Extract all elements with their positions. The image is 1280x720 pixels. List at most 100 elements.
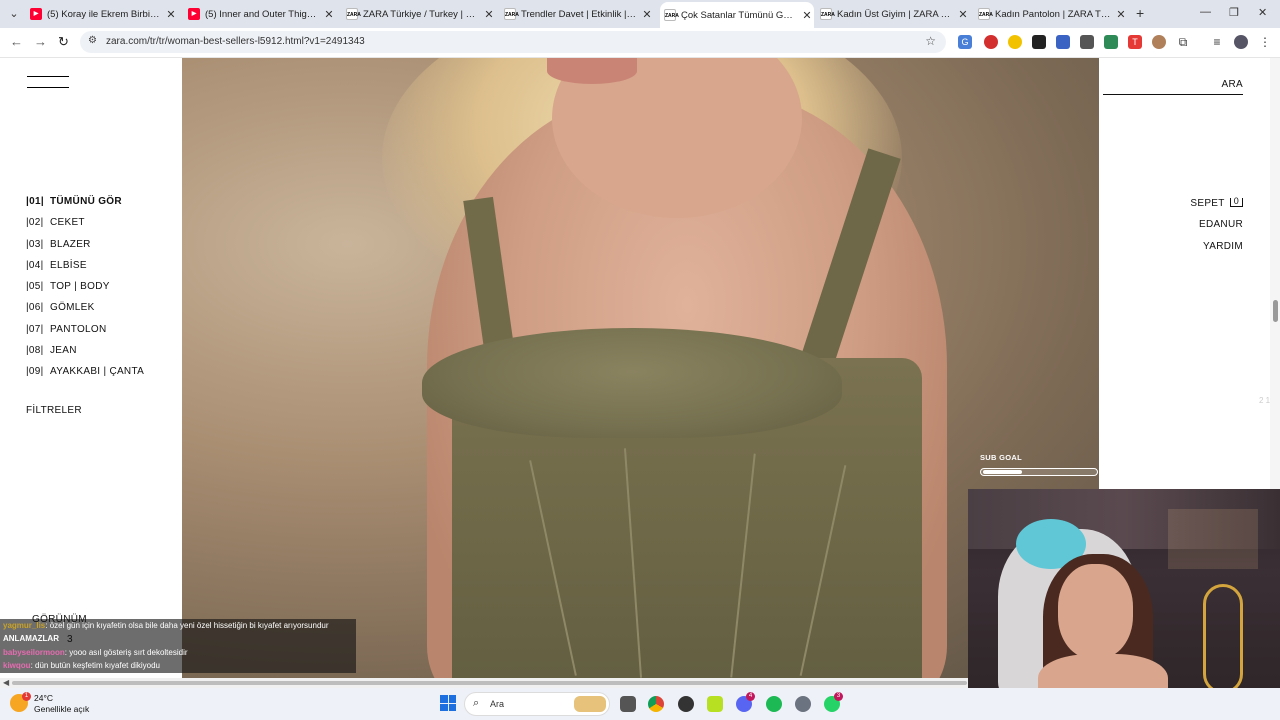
close-icon[interactable]: ✕ <box>482 8 496 21</box>
chat-username: ANLAMAZLAR <box>3 634 59 644</box>
tab-2[interactable]: ZARA ZARA Türkiye / Turkey | Online ✕ <box>346 2 496 26</box>
tab-0[interactable]: ▶ (5) Koray ile Ekrem Birbirine Gir ✕ <box>30 2 178 26</box>
tab-5[interactable]: ZARA Kadın Üst Giyim | ZARA Türkiye ✕ <box>820 2 970 26</box>
search-highlight-image <box>574 696 606 712</box>
chat-message: yagmur_lis: özel gün için kıyafetin olsa… <box>0 619 356 633</box>
close-icon[interactable]: ✕ <box>640 8 654 21</box>
tab-label: Kadın Pantolon | ZARA Türkiye <box>995 8 1111 20</box>
new-tab-button[interactable]: + <box>1136 5 1144 21</box>
forward-icon[interactable]: → <box>34 34 47 49</box>
extension-yellow-icon[interactable] <box>1008 35 1022 49</box>
chat-username: babyseilormoon <box>3 647 65 657</box>
bookmark-star-icon[interactable]: ☆ <box>925 34 936 48</box>
category-item-top-body[interactable]: |05| TOP | BODY <box>26 281 144 302</box>
category-label: TÜMÜNÜ GÖR <box>50 196 122 207</box>
category-number: |04| <box>26 259 44 271</box>
hero-product-image[interactable] <box>182 58 1099 678</box>
extension-red-icon[interactable] <box>984 35 998 49</box>
restore-icon[interactable]: ❐ <box>1229 6 1239 19</box>
category-number: |08| <box>26 345 44 357</box>
extension-tp-icon[interactable]: T <box>1128 35 1142 49</box>
windows-start-icon[interactable] <box>440 695 456 711</box>
tab-6[interactable]: ZARA Kadın Pantolon | ZARA Türkiye ✕ <box>978 2 1128 26</box>
weather-temperature[interactable]: 24°C <box>34 693 53 703</box>
category-item-ayakkabi-canta[interactable]: |09| AYAKKABI | ÇANTA <box>26 366 144 387</box>
sub-goal-label: SUB GOAL <box>980 453 1022 462</box>
view-column-count[interactable]: 3 <box>67 634 73 645</box>
translate-extension-icon[interactable]: G <box>958 35 972 49</box>
settings-gear-icon[interactable] <box>795 696 811 712</box>
tab-search-chevron-icon[interactable]: ⌄ <box>6 6 22 22</box>
category-number: |01| <box>26 196 44 207</box>
scrollbar-thumb[interactable] <box>1273 300 1278 322</box>
windows-taskbar: 1 24°C Genellikle açık ⌕ Ara 4 3 <box>0 688 1280 720</box>
category-item-gomlek[interactable]: |06| GÖMLEK <box>26 302 144 323</box>
zara-icon: ZARA <box>504 8 519 20</box>
tab-label: (5) Inner and Outer Thigh Mode <box>205 8 319 20</box>
close-icon[interactable]: ✕ <box>1114 8 1128 21</box>
reading-list-icon[interactable]: ≡ <box>1210 35 1224 49</box>
line-app-icon[interactable] <box>707 696 723 712</box>
account-links: SEPET 0 EDANUR YARDIM <box>1190 197 1243 262</box>
cart-link[interactable]: SEPET 0 <box>1190 197 1243 219</box>
category-number: |03| <box>26 238 44 250</box>
address-bar[interactable]: ⚙ zara.com/tr/tr/woman-best-sellers-l591… <box>80 31 946 53</box>
category-label: JEAN <box>50 345 77 357</box>
horizontal-scrollbar[interactable]: ◀ <box>0 678 968 688</box>
category-item-pantolon[interactable]: |07| PANTOLON <box>26 324 144 345</box>
close-icon[interactable]: ✕ <box>164 8 178 21</box>
window-close-icon[interactable]: ✕ <box>1258 6 1267 19</box>
zara-icon: ZARA <box>820 8 835 20</box>
category-label: GÖMLEK <box>50 302 95 314</box>
taskbar-search[interactable]: ⌕ Ara <box>464 692 610 716</box>
weather-condition[interactable]: Genellikle açık <box>34 704 89 714</box>
chrome-icon[interactable] <box>648 696 664 712</box>
weather-badge: 1 <box>22 692 31 701</box>
tab-1[interactable]: ▶ (5) Inner and Outer Thigh Mode ✕ <box>188 2 336 26</box>
extension-green-icon[interactable] <box>1104 35 1118 49</box>
menu-kebab-icon[interactable]: ⋮ <box>1258 35 1272 49</box>
screenshot-extension-icon[interactable] <box>1080 35 1094 49</box>
category-number: |05| <box>26 281 44 293</box>
tab-label: Kadın Üst Giyim | ZARA Türkiye <box>837 8 953 20</box>
task-view-icon[interactable] <box>620 696 636 712</box>
filters-button[interactable]: FİLTRELER <box>26 405 82 416</box>
user-link[interactable]: EDANUR <box>1190 219 1243 240</box>
spotify-icon[interactable] <box>766 696 782 712</box>
category-item-elbise[interactable]: |04| ELBİSE <box>26 260 144 281</box>
horizontal-scrollbar-thumb[interactable] <box>12 681 967 685</box>
chat-message: babyseilormoon: yooo asıl gösteriş sırt … <box>0 645 356 660</box>
profile-avatar[interactable] <box>1234 35 1248 49</box>
category-number: |09| <box>26 366 44 378</box>
category-item-tumunu-gor[interactable]: |01| TÜMÜNÜ GÖR <box>26 196 144 217</box>
hamburger-menu-icon[interactable] <box>27 76 69 88</box>
category-item-ceket[interactable]: |02| CEKET <box>26 217 144 238</box>
extension-cookie-icon[interactable] <box>1152 35 1166 49</box>
search-underline <box>1103 94 1243 95</box>
cart-count: 0 <box>1229 197 1243 207</box>
extensions-puzzle-icon[interactable]: ⧉ <box>1176 35 1190 49</box>
app-dark-icon[interactable] <box>678 696 694 712</box>
extension-blue-icon[interactable] <box>1056 35 1070 49</box>
close-icon[interactable]: ✕ <box>956 8 970 21</box>
search-button[interactable]: ARA <box>1222 79 1243 90</box>
tab-label: ZARA Türkiye / Turkey | Online <box>363 8 479 20</box>
extension-dark-icon[interactable] <box>1032 35 1046 49</box>
minimize-icon[interactable]: — <box>1200 6 1211 18</box>
reload-icon[interactable]: ↻ <box>58 34 69 50</box>
close-icon[interactable]: ✕ <box>800 9 814 22</box>
tab-4-active[interactable]: ZARA Çok Satanlar Tümünü Gör | ZAR ✕ <box>660 2 814 28</box>
help-link[interactable]: YARDIM <box>1190 241 1243 262</box>
site-info-icon[interactable]: ⚙ <box>88 35 97 46</box>
tab-3[interactable]: ZARA Trendler Davet | Etkinlik | ZARA ✕ <box>504 2 654 26</box>
tab-label: Çok Satanlar Tümünü Gör | ZAR <box>681 9 797 21</box>
close-icon[interactable]: ✕ <box>322 8 336 21</box>
browser-toolbar: ← → ↻ ⚙ zara.com/tr/tr/woman-best-seller… <box>0 28 1280 58</box>
category-item-jean[interactable]: |08| JEAN <box>26 345 144 366</box>
category-item-blazer[interactable]: |03| BLAZER <box>26 239 144 260</box>
webcam-overlay <box>968 489 1280 694</box>
scroll-left-icon[interactable]: ◀ <box>3 678 9 687</box>
youtube-icon: ▶ <box>30 8 42 20</box>
chat-text: : dün butün keşfetim kıyafet dikiyodu <box>30 661 160 671</box>
back-icon[interactable]: ← <box>10 34 23 49</box>
